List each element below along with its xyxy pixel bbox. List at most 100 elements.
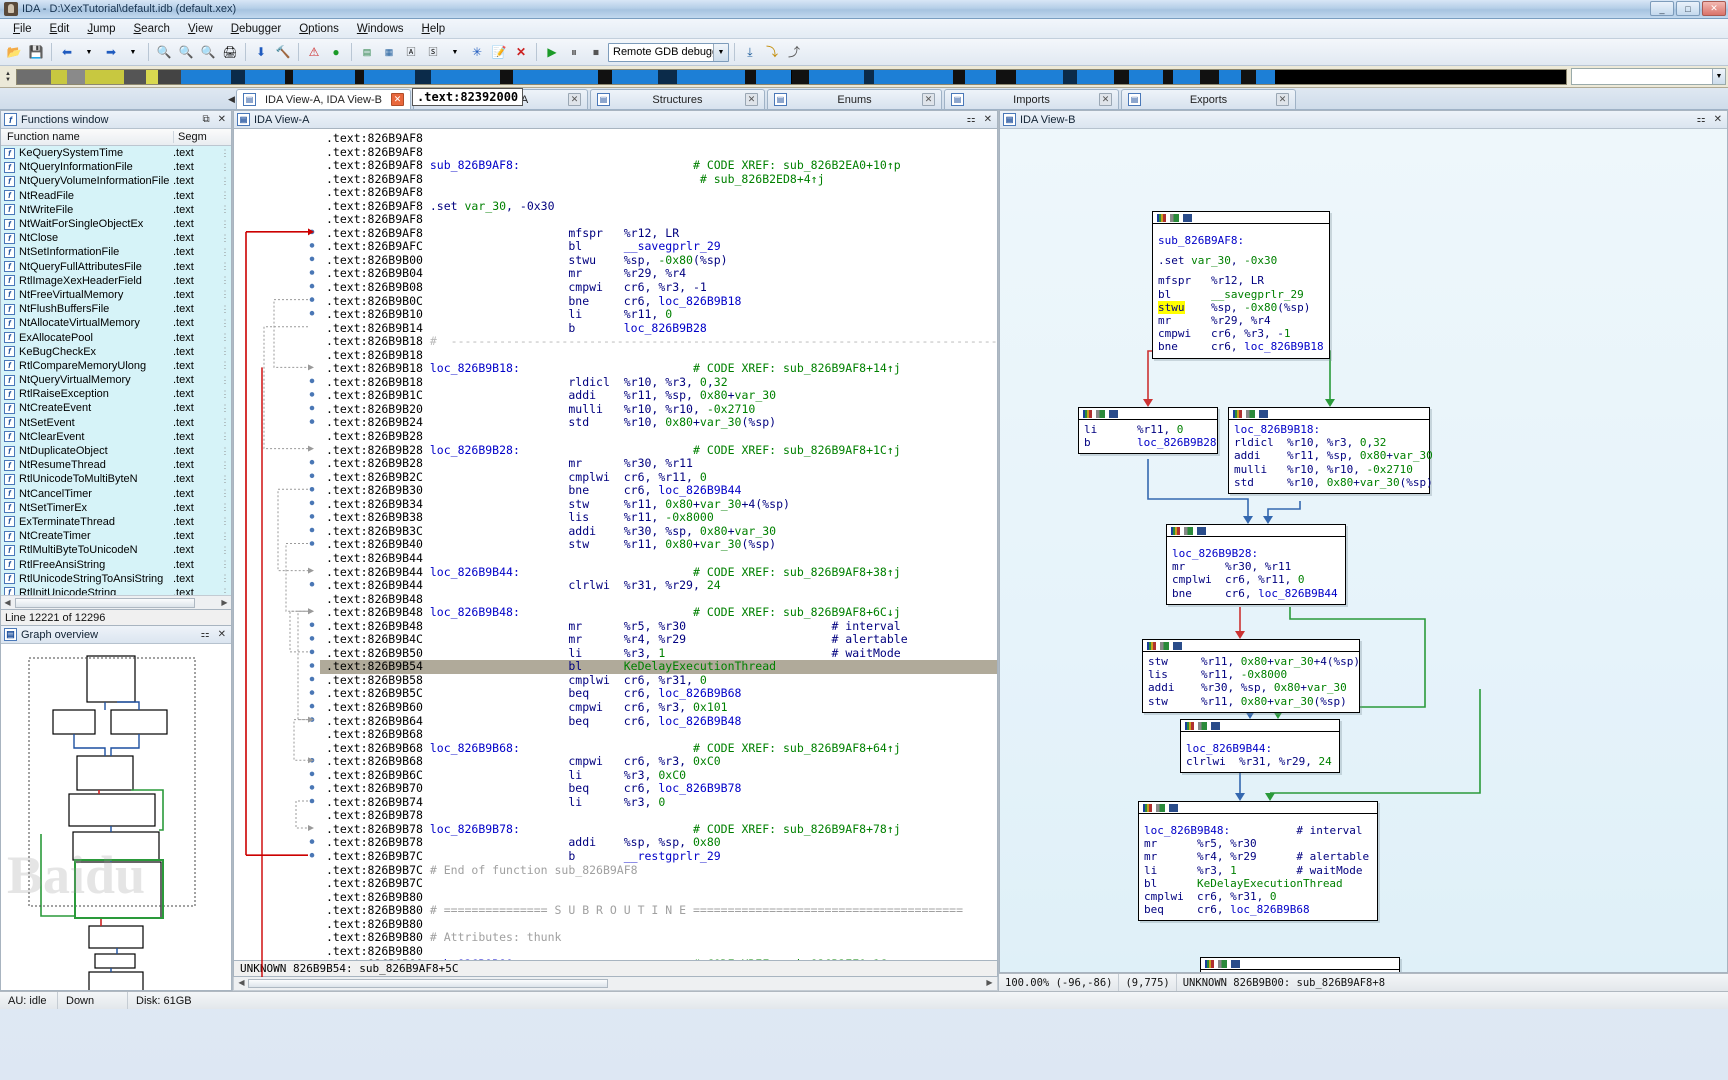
function-list-item[interactable]: f NtWriteFile .text ⋮ <box>1 203 231 217</box>
line-label[interactable]: loc_826B9B48: <box>430 605 520 619</box>
close-icon[interactable]: ✕ <box>216 629 228 640</box>
function-list-item[interactable]: f NtAllocateVirtualMemory .text ⋮ <box>1 316 231 330</box>
functions-horizontal-scrollbar[interactable]: ◀ ▶ <box>1 595 231 609</box>
graph-overview-canvas[interactable]: Baidu <box>1 644 231 990</box>
node-call-target[interactable]: KeDelayExecutionThread <box>1197 877 1343 890</box>
node-label[interactable]: loc_826B9B18 <box>1244 340 1323 353</box>
menu-item-view[interactable]: View <box>179 21 222 37</box>
node-label[interactable]: loc_826B9B68 <box>1230 903 1309 916</box>
function-list-item[interactable]: f NtDuplicateObject .text ⋮ <box>1 444 231 458</box>
menu-item-file[interactable]: File <box>4 21 41 37</box>
graph-node[interactable]: loc_826B9B48: # interval mr %r5, %r30 mr %… <box>1138 801 1378 922</box>
forward-dropdown-icon[interactable]: ▼ <box>123 42 143 62</box>
alert-icon[interactable]: ⚠ <box>304 42 324 62</box>
disassembly-line[interactable]: .text:826B9AF8 # sub_826B2ED8+4↑j <box>320 172 997 187</box>
disassembly-line[interactable]: .text:826B9B00 stwu %sp, -0x80(%sp) <box>320 253 997 268</box>
disassembly-line[interactable]: .text:826B9B20 mulli %r10, %r10, -0x2710 <box>320 402 997 417</box>
line-operand-ref[interactable]: loc_826B9B44 <box>658 483 741 497</box>
disassembly-line[interactable]: .text:826B9AF8 <box>320 185 997 200</box>
disassembly-line[interactable]: .text:826B9B48 mr %r5, %r30 # interval <box>320 619 997 634</box>
disassembly-line[interactable]: .text:826B9B10 li %r11, 0 <box>320 307 997 322</box>
function-list-item[interactable]: f ExAllocatePool .text ⋮ <box>1 330 231 344</box>
line-operand-ref[interactable]: __savegprlr_29 <box>624 239 721 254</box>
disassembly-line[interactable]: .text:826B9B80 # Attributes: thunk <box>320 930 997 945</box>
disassembly-line[interactable]: .text:826B9B70 beq cr6, loc_826B9B78 <box>320 781 997 796</box>
disassembly-line[interactable]: .text:826B9B18 loc_826B9B18: # CODE XREF… <box>320 362 997 376</box>
menu-item-edit[interactable]: Edit <box>41 21 79 37</box>
forward-arrow-icon[interactable]: ➡ <box>101 42 121 62</box>
disassembly-line[interactable]: .text:826B9B78 addi %sp, %sp, 0x80 <box>320 836 997 850</box>
function-list-item[interactable]: f NtFlushBuffersFile .text ⋮ <box>1 302 231 316</box>
disassembly-line[interactable]: .text:826B9B40 stw %r11, 0x80+var_30(%sp… <box>320 538 997 552</box>
function-list-item[interactable]: f RtlCompareMemoryUlong .text ⋮ <box>1 359 231 373</box>
function-list-item[interactable]: f RtlImageXexHeaderField .text ⋮ <box>1 274 231 288</box>
undock-icon[interactable]: ⧉ <box>200 114 211 125</box>
line-operand-ref[interactable]: loc_826B9B18 <box>658 294 741 308</box>
node-label[interactable]: loc_826B9B44 <box>1258 587 1337 600</box>
pin-icon[interactable]: ⚏ <box>1695 114 1708 125</box>
step-over-icon[interactable]: ⤵ <box>762 42 782 62</box>
tab-enums[interactable]: ▤ Enums ✕ <box>767 89 942 109</box>
tab-close-icon[interactable]: ✕ <box>922 93 935 106</box>
function-list-item[interactable]: f NtResumeThread .text ⋮ <box>1 458 231 472</box>
disassembly-line[interactable]: .text:826B9B48 loc_826B9B48: # CODE XREF… <box>320 605 997 620</box>
tab-exports[interactable]: ▤ Exports ✕ <box>1121 89 1296 109</box>
disassembly-line[interactable]: .text:826B9B18 <box>320 348 997 363</box>
maximize-button[interactable]: □ <box>1676 1 1700 16</box>
node-label[interactable]: loc_826B9B48: <box>1144 824 1230 837</box>
column-header-segment[interactable]: Segm <box>173 131 219 143</box>
stop-icon[interactable]: ⏹ <box>586 42 606 62</box>
binary-search-icon[interactable]: 🔍 <box>154 42 174 62</box>
disassembly-line[interactable]: .text:826B9B7C <box>320 876 997 891</box>
menu-item-search[interactable]: Search <box>125 21 179 37</box>
scroll-left-icon[interactable]: ◀ <box>1 598 14 607</box>
disassembly-line[interactable]: .text:826B9B80 # =============== S U B R… <box>320 903 997 918</box>
function-list-item[interactable]: f NtSetInformationFile .text ⋮ <box>1 245 231 259</box>
function-list-item[interactable]: f NtReadFile .text ⋮ <box>1 189 231 203</box>
back-arrow-icon[interactable]: ⬅ <box>57 42 77 62</box>
navigation-color-band[interactable] <box>16 68 1567 85</box>
undefine-icon[interactable]: ✳ <box>467 42 487 62</box>
disassembly-line[interactable]: .text:826B9AF8 <box>320 131 997 146</box>
delete-icon[interactable]: ✕ <box>511 42 531 62</box>
close-icon[interactable]: ✕ <box>982 114 994 125</box>
disassembly-line[interactable]: .text:826B9B7C b __restgprlr_29 <box>320 849 997 864</box>
function-list-item[interactable]: f KeBugCheckEx .text ⋮ <box>1 345 231 359</box>
function-list-item[interactable]: f NtCreateEvent .text ⋮ <box>1 401 231 415</box>
line-operand-ref[interactable]: loc_826B9B68 <box>658 686 741 701</box>
function-list-item[interactable]: f NtCreateTimer .text ⋮ <box>1 529 231 543</box>
sequence-search-icon[interactable]: 🔍 <box>198 42 218 62</box>
disassembly-line[interactable]: .text:826B9B68 cmpwi cr6, %r3, 0xC0 <box>320 754 997 769</box>
disassembly-line[interactable]: .text:826B9B30 bne cr6, loc_826B9B44 <box>320 483 997 498</box>
graph-canvas[interactable]: sub_826B9AF8: .set var_30, -0x30 mfspr %r1… <box>1000 129 1727 972</box>
disassembly-horizontal-scrollbar[interactable]: ◀ ▶ <box>233 977 998 991</box>
graph-node[interactable]: loc_826B9B28: mr %r30, %r11 cmplwi cr6, %r… <box>1166 524 1346 605</box>
disassembly-line[interactable]: .text:826B9B28 <box>320 429 997 444</box>
function-list-item[interactable]: f NtSetEvent .text ⋮ <box>1 416 231 430</box>
line-label[interactable]: sub_826B9AF8: <box>430 158 520 172</box>
disassembly-line[interactable]: .text:826B9B04 mr %r29, %r4 <box>320 267 997 281</box>
graph-node[interactable]: loc_826B9B44: clrlwi %r31, %r29, 24 <box>1180 719 1340 774</box>
functions-list[interactable]: f KeQuerySystemTime .text ⋮ f NtQueryInformat… <box>1 146 231 595</box>
disassembly-line[interactable]: .text:826B9B80 <box>320 890 997 905</box>
disassembly-line[interactable]: .text:826B9B3C addi %r30, %sp, 0x80+var_… <box>320 524 997 539</box>
disassembly-line[interactable]: .text:826B9B68 loc_826B9B68: # CODE XREF… <box>320 741 997 756</box>
disassembly-line[interactable]: .text:826B9B28 mr %r30, %r11 <box>320 456 997 471</box>
function-list-item[interactable]: f NtClose .text ⋮ <box>1 231 231 245</box>
disassembly-line[interactable]: .text:826B9AF8 mfspr %r12, LR <box>320 226 997 241</box>
function-list-item[interactable]: f RtlUnicodeToMultiByteN .text ⋮ <box>1 472 231 486</box>
ascii-icon[interactable]: 🄰 <box>401 42 421 62</box>
tab-close-icon[interactable]: ✕ <box>745 93 758 106</box>
tab-imports[interactable]: ▤ Imports ✕ <box>944 89 1119 109</box>
disassembly-line[interactable]: .text:826B9AF8 <box>320 213 997 227</box>
node-label[interactable]: loc_826B9B28 <box>1137 436 1216 449</box>
disassembly-line[interactable]: .text:826B9AF8 .set var_30, -0x30 <box>320 199 997 214</box>
chevron-down-icon[interactable]: ▼ <box>1712 69 1725 84</box>
menu-item-options[interactable]: Options <box>290 21 348 37</box>
disassembly-line[interactable]: .text:826B9B18 # -----------------------… <box>320 334 997 349</box>
chevron-down-icon[interactable]: ▼ <box>712 43 728 61</box>
disassembly-line[interactable]: .text:826B9B44 <box>320 551 997 566</box>
green-circle-icon[interactable]: ● <box>326 42 346 62</box>
disassembly-line[interactable]: .text:826B9B4C mr %r4, %r29 # alertable <box>320 632 997 647</box>
line-call-target[interactable]: KeDelayExecutionThread <box>624 659 776 674</box>
